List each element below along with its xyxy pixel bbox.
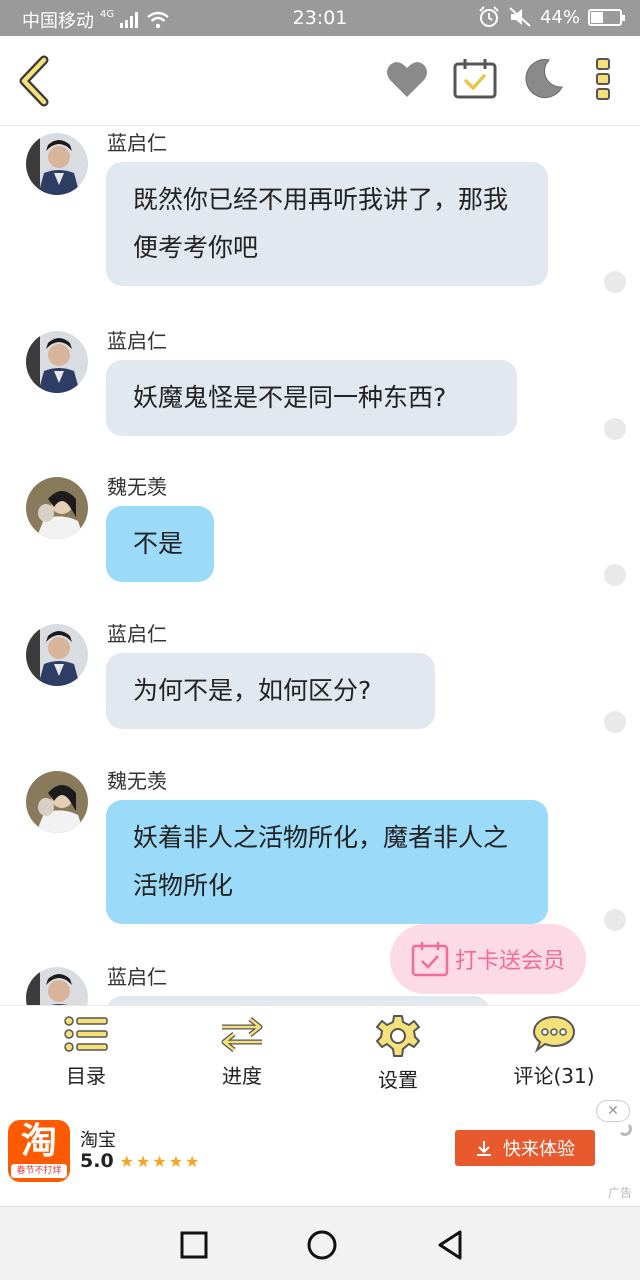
calendar-check-icon [453,59,497,99]
avatar-lan-qiren[interactable] [26,624,88,686]
sender-name: 魏无羡 [107,769,167,793]
checkin-calendar-button[interactable] [452,56,498,102]
ad-info-icon [618,1122,632,1136]
battery-percent: 44% [539,6,580,28]
chat-area[interactable]: 蓝启仁 既然你已经不用再听我讲了，那我便考考你吧 蓝启仁 妖魔鬼怪是不是同一种东… [0,127,640,1005]
alarm-icon [479,6,499,27]
avatar-lan-qiren[interactable] [26,331,88,393]
avatar-wei-wuxian[interactable] [26,477,88,539]
avatar-wei-wuxian[interactable] [26,771,88,833]
catalog-label: 目录 [66,1064,106,1088]
ad-logo-subtext: 春节不打烊 [11,1164,67,1178]
ad-app-name: 淘宝 [80,1130,116,1151]
heart-icon [387,62,427,97]
night-mode-button[interactable] [520,56,566,102]
ad-banner[interactable]: 淘 春节不打烊 淘宝 5.0 ★★★★★ 快来体验 ✕ 广告 [0,1100,640,1206]
message-bubble[interactable]: 为何不是，如何区分? [106,653,435,729]
message-status-dot[interactable] [604,711,626,733]
system-nav-bar [0,1206,640,1280]
settings-label: 设置 [378,1068,418,1092]
home-icon[interactable] [302,1225,342,1265]
back-nav-icon[interactable] [430,1225,470,1265]
sender-name: 魏无羡 [107,475,167,499]
battery-icon [588,8,625,26]
sender-name: 蓝启仁 [107,622,167,646]
message-bubble[interactable]: 不是 [106,506,214,582]
message-bubble[interactable]: 妖魔鬼怪是不是同一种东西? [106,360,517,436]
ad-cta-button[interactable]: 快来体验 [455,1130,595,1166]
taobao-logo[interactable]: 淘 春节不打烊 [8,1120,70,1182]
ad-close-button[interactable]: ✕ [596,1100,630,1122]
status-bar: 中国移动 4G 23:01 44% [0,0,640,36]
bottom-toolbar: 目录 进度 设置 评论(31) [0,1005,640,1100]
ad-rating: 5.0 ★★★★★ [80,1150,201,1172]
message-bubble[interactable]: 既然你已经不用再听我讲了，那我便考考你吧 [106,162,548,286]
checkin-label: 打卡送会员 [454,949,565,974]
avatar-lan-qiren[interactable] [26,133,88,195]
progress-button[interactable]: 进度 [182,1014,302,1089]
ad-logo-text: 淘 [20,1121,57,1162]
ad-cta-label: 快来体验 [503,1139,575,1160]
more-icon [596,58,610,100]
checkin-vip-button[interactable]: 打卡送会员 [390,924,586,994]
avatar-lan-qiren[interactable] [26,967,88,1005]
catalog-button[interactable]: 目录 [26,1014,146,1089]
comments-label: 评论(31) [513,1064,595,1088]
comment-bubble-icon [532,1015,576,1053]
rating-stars-icon: ★★★★★ [119,1151,202,1171]
status-right: 44% [478,6,625,28]
battery-fill [591,11,604,23]
ad-rating-value: 5.0 [80,1150,114,1172]
sender-name: 蓝启仁 [107,965,167,989]
calendar-check-icon [411,942,449,977]
message-status-dot[interactable] [604,271,626,293]
recent-apps-icon[interactable] [174,1225,214,1265]
back-icon[interactable] [14,54,58,108]
sender-name: 蓝启仁 [107,329,167,353]
message-status-dot[interactable] [604,909,626,931]
favorite-button[interactable] [384,56,430,102]
message-bubble[interactable]: 妖着非人之活物所化，魔者非人之活物所化 [106,800,548,924]
message-status-dot[interactable] [604,418,626,440]
progress-label: 进度 [222,1064,262,1088]
top-actions [384,56,618,102]
sender-name: 蓝启仁 [107,131,167,155]
message-bubble[interactable] [106,996,490,1005]
more-button[interactable] [588,56,618,102]
list-icon [64,1016,108,1052]
mute-icon [509,7,531,27]
gear-icon [376,1015,420,1057]
message-status-dot[interactable] [604,564,626,586]
top-bar [0,36,640,126]
comments-button[interactable]: 评论(31) [494,1014,614,1089]
moon-icon [525,59,563,99]
ad-tag: 广告 [607,1186,632,1200]
settings-button[interactable]: 设置 [338,1014,458,1093]
download-icon [477,1141,491,1156]
swap-arrows-icon [221,1017,263,1052]
